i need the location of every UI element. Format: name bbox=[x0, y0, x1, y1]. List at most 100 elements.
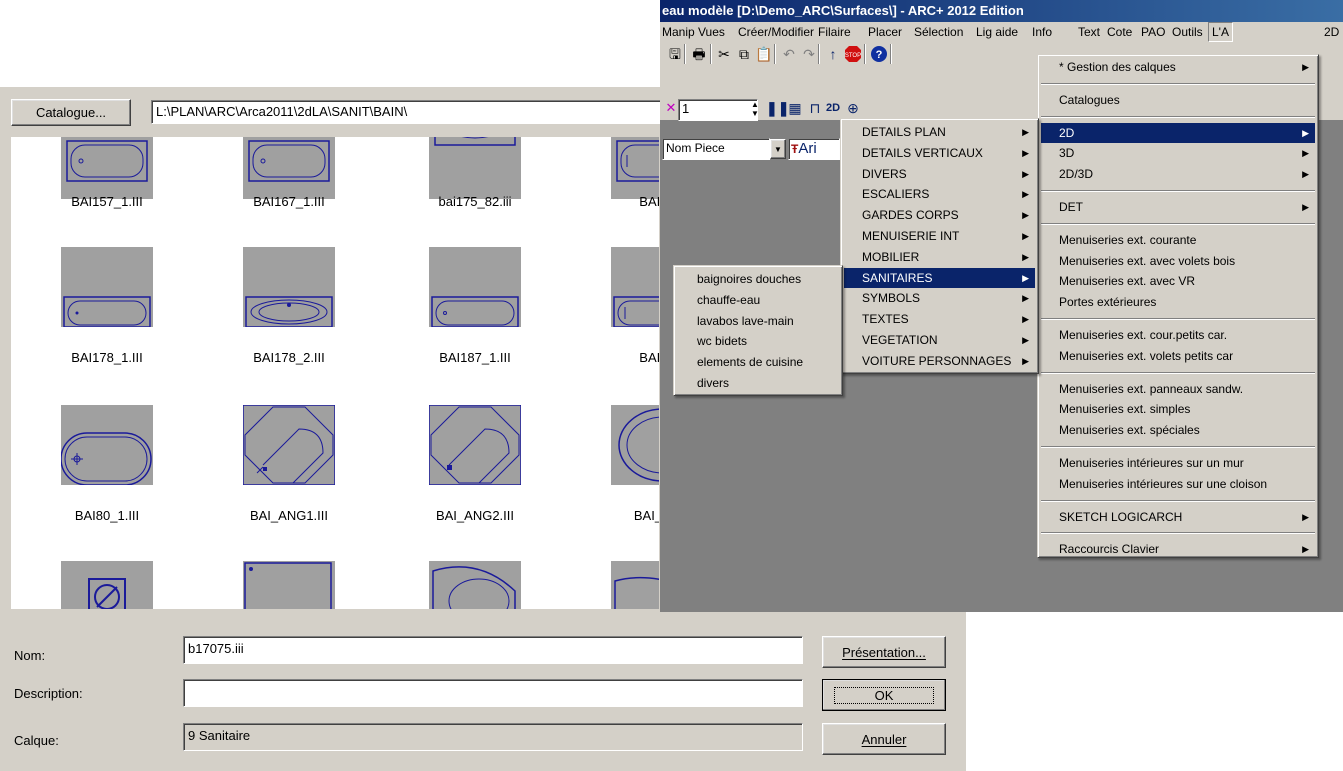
catalogue-thumbnail[interactable] bbox=[611, 561, 659, 609]
menu-item-2d-3d[interactable]: 2D/3D ▶ bbox=[1041, 164, 1315, 185]
arrow-up-icon[interactable]: ↑ bbox=[824, 45, 842, 63]
menu-item-menuiseries-ext-volets-petits-car[interactable]: Menuiseries ext. volets petits car bbox=[1041, 346, 1315, 367]
undo-icon[interactable]: ↶ bbox=[780, 45, 798, 63]
help-icon[interactable]: ? bbox=[870, 45, 888, 63]
menu-item-lavabos-lave-main[interactable]: lavabos lave-main bbox=[677, 311, 839, 332]
menu-item-menuiseries-ext-simples[interactable]: Menuiseries ext. simples bbox=[1041, 399, 1315, 420]
menu-item-elements-de-cuisine[interactable]: elements de cuisine bbox=[677, 352, 839, 373]
menu-item-menuiseries-ext-sp-ciales[interactable]: Menuiseries ext. spéciales bbox=[1041, 420, 1315, 441]
redo-icon[interactable]: ↷ bbox=[800, 45, 818, 63]
menu-item-det[interactable]: DET ▶ bbox=[1041, 197, 1315, 218]
style-select[interactable]: Nom Piece bbox=[662, 138, 770, 160]
menu-item-portes-ext-rieures[interactable]: Portes extérieures bbox=[1041, 292, 1315, 313]
menu-item-menuiseries-ext-courante[interactable]: Menuiseries ext. courante bbox=[1041, 230, 1315, 251]
menu-item-sketch-logicarch[interactable]: SKETCH LOGICARCH ▶ bbox=[1041, 507, 1315, 528]
nom-field[interactable]: b17075.iii bbox=[183, 636, 803, 664]
catalogue-thumbnail[interactable] bbox=[429, 137, 521, 199]
menu-info[interactable]: Info bbox=[1032, 22, 1052, 42]
menu-item-menuiserie-int[interactable]: MENUISERIE INT ▶ bbox=[844, 226, 1035, 247]
toolbar-2d-button[interactable]: 2D bbox=[824, 99, 842, 117]
menu-item-escaliers[interactable]: ESCALIERS ▶ bbox=[844, 184, 1035, 205]
catalogue-thumbnail[interactable] bbox=[243, 247, 335, 327]
menu-item-divers[interactable]: divers bbox=[677, 373, 839, 394]
menu-placer[interactable]: Placer bbox=[868, 22, 902, 42]
menu-item-wc-bidets[interactable]: wc bidets bbox=[677, 331, 839, 352]
menu-item-menuiseries-ext-cour-petits-car[interactable]: Menuiseries ext. cour.petits car. bbox=[1041, 325, 1315, 346]
catalogue-thumbnail[interactable] bbox=[429, 405, 521, 485]
menu-item-details-plan[interactable]: DETAILS PLAN ▶ bbox=[844, 122, 1035, 143]
catalogue-thumbnail[interactable] bbox=[243, 405, 335, 485]
table-icon[interactable]: ⊓ bbox=[806, 99, 824, 117]
catalogue-thumbnail[interactable] bbox=[61, 247, 153, 327]
catalogue-thumbnail[interactable] bbox=[61, 405, 153, 485]
stop-icon[interactable]: STOP bbox=[844, 45, 862, 63]
font-select[interactable]: ŦAri bbox=[788, 138, 840, 160]
presentation-button[interactable]: Présentation... bbox=[822, 636, 946, 668]
menu-2d[interactable]: 2D bbox=[1324, 22, 1339, 42]
menu-item-divers[interactable]: DIVERS ▶ bbox=[844, 164, 1035, 185]
catalogue-thumbnail[interactable] bbox=[243, 561, 335, 609]
menu-text[interactable]: Text bbox=[1078, 22, 1100, 42]
cut-icon[interactable]: ✂ bbox=[715, 45, 733, 63]
zoom-icon[interactable]: ⊕ bbox=[844, 99, 862, 117]
description-label: Description: bbox=[14, 686, 83, 701]
menu-item-baignoires-douches[interactable]: baignoires douches bbox=[677, 269, 839, 290]
catalogue-thumbnail[interactable] bbox=[611, 137, 659, 199]
menu-pao[interactable]: PAO bbox=[1141, 22, 1165, 42]
menu-item-menuiseries-int-rieures-sur-une-cloison[interactable]: Menuiseries intérieures sur une cloison bbox=[1041, 474, 1315, 495]
menu-item-menuiseries-ext-panneaux-sandw[interactable]: Menuiseries ext. panneaux sandw. bbox=[1041, 379, 1315, 400]
menu-item-gardes-corps[interactable]: GARDES CORPS ▶ bbox=[844, 205, 1035, 226]
catalogue-button[interactable]: Catalogue... bbox=[11, 99, 131, 126]
menu-item-2d[interactable]: 2D ▶ bbox=[1041, 122, 1315, 144]
thumbnail-grid[interactable]: BAI157_1.III BAI167_1.III bai175_82.iii BAI… bbox=[11, 137, 659, 609]
menu-s-lection[interactable]: Sélection bbox=[914, 22, 963, 42]
spinner-icon[interactable]: ▲ ▼ bbox=[746, 100, 764, 118]
menu-manip[interactable]: Manip bbox=[662, 22, 695, 42]
menu-item-label: 2D/3D bbox=[1059, 167, 1094, 182]
menu-item-textes[interactable]: TEXTES ▶ bbox=[844, 309, 1035, 330]
menu-item-vegetation[interactable]: VEGETATION ▶ bbox=[844, 330, 1035, 351]
catalogue-thumbnail[interactable] bbox=[243, 137, 335, 199]
catalogue-thumbnail[interactable] bbox=[611, 247, 659, 327]
menu-item-mobilier[interactable]: MOBILIER ▶ bbox=[844, 247, 1035, 268]
menu-item-raccourcis-clavier[interactable]: Raccourcis Clavier ▶ bbox=[1041, 539, 1315, 560]
menu-item-menuiseries-int-rieures-sur-un-mur[interactable]: Menuiseries intérieures sur un mur bbox=[1041, 453, 1315, 474]
menu-filaire[interactable]: Filaire bbox=[818, 22, 851, 42]
annuler-button[interactable]: Annuler bbox=[822, 723, 946, 755]
menu-item-symbols[interactable]: SYMBOLS ▶ bbox=[844, 288, 1035, 309]
menu-item-voiture-personnages[interactable]: VOITURE PERSONNAGES ▶ bbox=[844, 351, 1035, 372]
save-icon[interactable]: 🖫 bbox=[666, 45, 684, 63]
menu-outils[interactable]: Outils bbox=[1172, 22, 1203, 42]
menu-item-details-verticaux[interactable]: DETAILS VERTICAUX ▶ bbox=[844, 143, 1035, 164]
catalogue-path-field[interactable]: L:\PLAN\ARC\Arca2011\2dLA\SANIT\BAIN\ bbox=[151, 100, 661, 124]
pause-icon[interactable]: ❚❚ bbox=[766, 99, 789, 117]
menu-separator bbox=[1041, 190, 1315, 192]
menu-item-menuiseries-ext-avec-volets-bois[interactable]: Menuiseries ext. avec volets bois bbox=[1041, 251, 1315, 272]
menu-cote[interactable]: Cote bbox=[1107, 22, 1132, 42]
description-field[interactable] bbox=[183, 679, 803, 707]
menu-item-catalogues[interactable]: Catalogues bbox=[1041, 90, 1315, 111]
grid-icon[interactable]: ▦ bbox=[786, 99, 804, 117]
catalogue-thumbnail[interactable] bbox=[611, 405, 659, 485]
catalogue-thumbnail[interactable] bbox=[429, 561, 521, 609]
catalogue-thumbnail[interactable] bbox=[61, 137, 153, 199]
menu-lig-aide[interactable]: Lig aide bbox=[976, 22, 1018, 42]
catalogue-thumbnail[interactable] bbox=[429, 247, 521, 327]
style-select-dropdown[interactable]: ▼ bbox=[770, 139, 786, 159]
catalogue-thumbnail[interactable] bbox=[61, 561, 153, 609]
paste-icon[interactable]: 📋 bbox=[755, 45, 773, 63]
menu-item-sanitaires[interactable]: SANITAIRES ▶ bbox=[844, 267, 1035, 289]
menu-item-label: Menuiseries ext. simples bbox=[1059, 402, 1191, 417]
menu-item-menuiseries-ext-avec-vr[interactable]: Menuiseries ext. avec VR bbox=[1041, 271, 1315, 292]
menu-item-label: baignoires douches bbox=[697, 272, 802, 286]
menu-item-gestion-des-calques[interactable]: * Gestion des calques ▶ bbox=[1041, 57, 1315, 78]
ok-button[interactable]: OK bbox=[822, 679, 946, 711]
menu-item-3d[interactable]: 3D ▶ bbox=[1041, 143, 1315, 164]
menu-item-label: DETAILS PLAN bbox=[862, 125, 946, 139]
menu-cr-er-modifier[interactable]: Créer/Modifier bbox=[738, 22, 814, 42]
menu-item-chauffe-eau[interactable]: chauffe-eau bbox=[677, 290, 839, 311]
copy-icon[interactable]: ⧉ bbox=[735, 45, 753, 63]
menu-vues[interactable]: Vues bbox=[698, 22, 725, 42]
menu-l-a[interactable]: L'A bbox=[1208, 22, 1233, 42]
print-icon[interactable]: 🖶 bbox=[690, 45, 708, 63]
